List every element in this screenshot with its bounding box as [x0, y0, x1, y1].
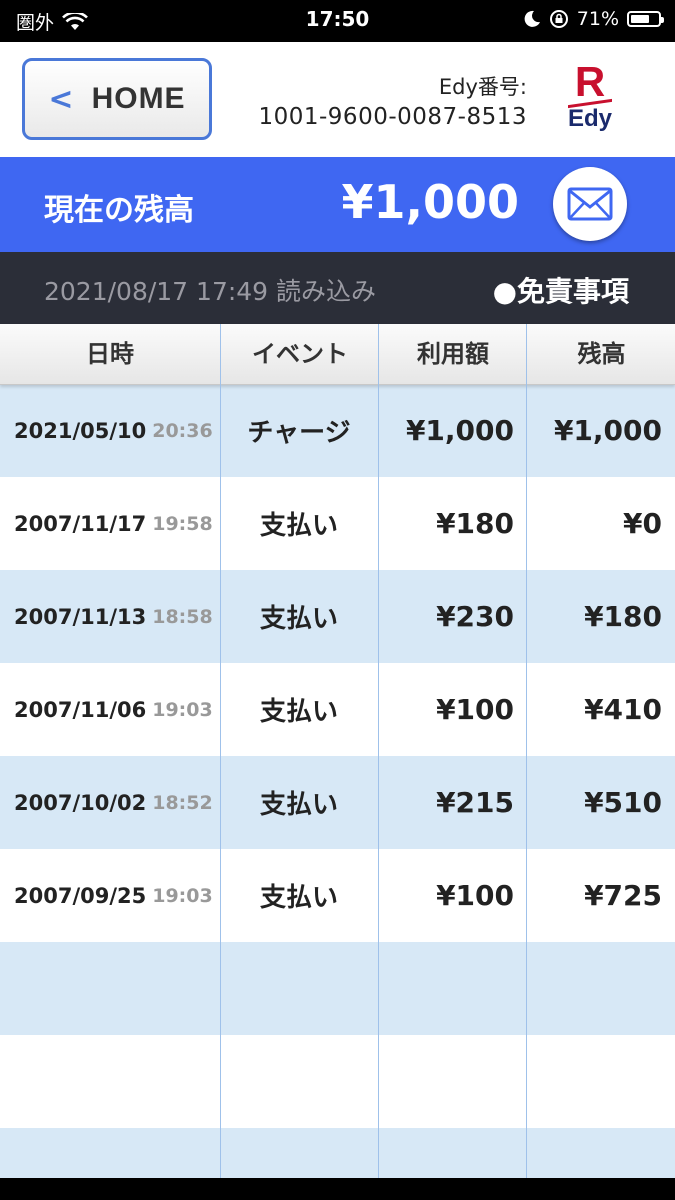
- column-header-balance: 残高: [526, 324, 675, 384]
- balance-amount: ¥1,000: [341, 175, 519, 229]
- row-time: 19:58: [152, 512, 213, 535]
- table-row: 2007/10/02 18:52 支払い ¥215 ¥510: [0, 756, 675, 849]
- column-divider: [526, 324, 527, 1178]
- row-amount: ¥180: [436, 507, 514, 540]
- rakuten-edy-logo: R Edy: [560, 58, 620, 142]
- row-datetime: 2007/11/06 19:03: [14, 663, 214, 756]
- row-date: 2007/11/06: [14, 697, 147, 722]
- table-row: 2007/11/17 19:58 支払い ¥180 ¥0: [0, 477, 675, 570]
- table-row: 2007/11/13 18:58 支払い ¥230 ¥180: [0, 570, 675, 663]
- row-event: 支払い: [259, 790, 338, 820]
- mail-button[interactable]: [553, 167, 627, 241]
- home-button[interactable]: < HOME: [22, 58, 212, 140]
- column-header-datetime: 日時: [86, 340, 134, 368]
- table-row: 2021/05/10 20:36 チャージ ¥1,000 ¥1,000: [0, 384, 675, 477]
- table-header: 日時 イベント 利用額 残高: [0, 324, 675, 385]
- edy-number-label: Edy番号:: [438, 75, 527, 99]
- table-row: 2007/09/25 19:03 支払い ¥100 ¥725: [0, 849, 675, 942]
- empty-row: [0, 1035, 675, 1128]
- read-timestamp: 2021/08/17 17:49 読み込み: [44, 277, 377, 306]
- transaction-table[interactable]: 2021/05/10 20:36 チャージ ¥1,000 ¥1,000 2007/…: [0, 384, 675, 1178]
- logo-r: R: [574, 58, 606, 105]
- row-datetime: 2007/09/25 19:03: [14, 849, 214, 942]
- row-datetime: 2021/05/10 20:36: [14, 384, 214, 477]
- balance-label: 現在の残高: [44, 193, 194, 228]
- header: < HOME Edy番号: 1001-9600-0087-8513 R Edy: [0, 42, 675, 157]
- empty-row: [0, 942, 675, 1035]
- info-bar: 2021/08/17 17:49 読み込み ●免責事項: [0, 252, 675, 324]
- column-divider: [220, 324, 221, 1178]
- row-time: 19:03: [152, 884, 213, 907]
- status-bar: 圏外 17:50 71%: [0, 0, 675, 42]
- row-date: 2007/11/13: [14, 604, 147, 629]
- row-time: 19:03: [152, 698, 213, 721]
- row-amount: ¥230: [436, 600, 514, 633]
- row-balance: ¥0: [623, 507, 662, 540]
- row-datetime: 2007/11/13 18:58: [14, 570, 214, 663]
- edy-number: 1001-9600-0087-8513: [258, 104, 527, 130]
- column-header-event: イベント: [220, 324, 379, 384]
- row-time: 20:36: [152, 419, 213, 442]
- row-date: 2007/09/25: [14, 883, 147, 908]
- home-indicator-area: [0, 1178, 675, 1200]
- row-amount: ¥100: [436, 879, 514, 912]
- row-amount: ¥215: [436, 786, 514, 819]
- battery-icon: [627, 11, 664, 27]
- row-balance: ¥410: [584, 693, 662, 726]
- row-amount: ¥100: [436, 693, 514, 726]
- envelope-icon: [567, 187, 613, 221]
- row-time: 18:52: [152, 791, 213, 814]
- moon-icon: [524, 10, 540, 27]
- row-event: 支払い: [259, 511, 338, 541]
- row-event: 支払い: [259, 883, 338, 913]
- column-divider: [378, 324, 379, 1178]
- row-event: チャージ: [247, 418, 351, 448]
- column-header-amount: 利用額: [378, 324, 527, 384]
- row-balance: ¥510: [584, 786, 662, 819]
- row-balance: ¥725: [584, 879, 662, 912]
- status-right: 71%: [523, 8, 664, 30]
- edy-number-block: Edy番号: 1001-9600-0087-8513: [258, 72, 527, 132]
- table-row: 2007/11/06 19:03 支払い ¥100 ¥410: [0, 663, 675, 756]
- chevron-left-icon: <: [48, 81, 74, 117]
- row-amount: ¥1,000: [405, 414, 514, 447]
- disclaimer-link[interactable]: ●免責事項: [493, 270, 629, 310]
- row-balance: ¥1,000: [553, 414, 662, 447]
- row-date: 2021/05/10: [14, 418, 147, 443]
- row-datetime: 2007/11/17 19:58: [14, 477, 214, 570]
- row-datetime: 2007/10/02 18:52: [14, 756, 214, 849]
- row-event: 支払い: [259, 697, 338, 727]
- balance-bar: 現在の残高 ¥1,000: [0, 157, 675, 252]
- row-event: 支払い: [259, 604, 338, 634]
- row-balance: ¥180: [584, 600, 662, 633]
- home-button-label: HOME: [91, 82, 186, 115]
- row-date: 2007/10/02: [14, 790, 147, 815]
- battery-percent: 71%: [576, 8, 619, 30]
- empty-row: [0, 1128, 675, 1178]
- row-date: 2007/11/17: [14, 511, 147, 536]
- battery-level: [631, 15, 649, 23]
- row-time: 18:58: [152, 605, 213, 628]
- logo-edy: Edy: [567, 105, 612, 132]
- rotation-lock-icon: [549, 10, 568, 28]
